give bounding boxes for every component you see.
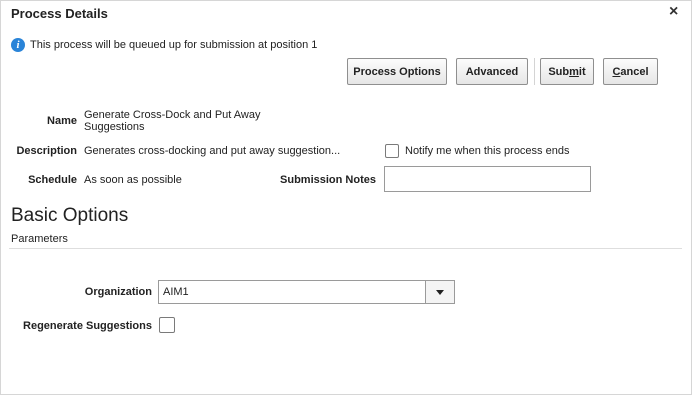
name-label: Name — [47, 115, 77, 127]
description-label: Description — [16, 145, 77, 157]
process-options-label: Process Options — [353, 65, 441, 78]
schedule-label: Schedule — [28, 174, 77, 186]
submission-notes-input[interactable] — [384, 166, 591, 192]
organization-select[interactable]: AIM1 — [158, 280, 455, 304]
notify-label: Notify me when this process ends — [405, 145, 570, 157]
submit-label: Submit — [548, 65, 586, 78]
parameters-subheading: Parameters — [11, 233, 68, 245]
chevron-down-icon — [436, 289, 444, 295]
regenerate-suggestions-checkbox[interactable] — [159, 317, 175, 333]
regenerate-suggestions-label: Regenerate Suggestions — [23, 320, 152, 332]
submit-button[interactable]: Submit — [540, 58, 594, 85]
toolbar-separator — [534, 58, 535, 85]
section-divider — [9, 248, 682, 249]
schedule-value: As soon as possible — [84, 174, 182, 186]
advanced-button[interactable]: Advanced — [456, 58, 528, 85]
advanced-label: Advanced — [465, 65, 519, 78]
process-options-button[interactable]: Process Options — [347, 58, 447, 85]
name-value: Generate Cross-Dock and Put Away Suggest… — [84, 109, 261, 133]
process-details-dialog: Process Details × i This process will be… — [0, 0, 692, 395]
organization-label: Organization — [84, 286, 152, 298]
close-icon[interactable]: × — [669, 3, 678, 21]
cancel-button[interactable]: Cancel — [603, 58, 658, 85]
organization-dropdown-button[interactable] — [425, 281, 454, 303]
notify-checkbox[interactable] — [385, 144, 399, 158]
organization-value: AIM1 — [163, 286, 189, 298]
basic-options-heading: Basic Options — [11, 205, 129, 226]
submission-notes-label: Submission Notes — [280, 174, 376, 186]
description-value: Generates cross-docking and put away sug… — [84, 145, 341, 157]
info-icon: i — [11, 38, 25, 52]
cancel-label: Cancel — [612, 65, 649, 78]
queue-info-message: This process will be queued up for submi… — [30, 39, 318, 51]
dialog-title: Process Details — [11, 6, 108, 21]
